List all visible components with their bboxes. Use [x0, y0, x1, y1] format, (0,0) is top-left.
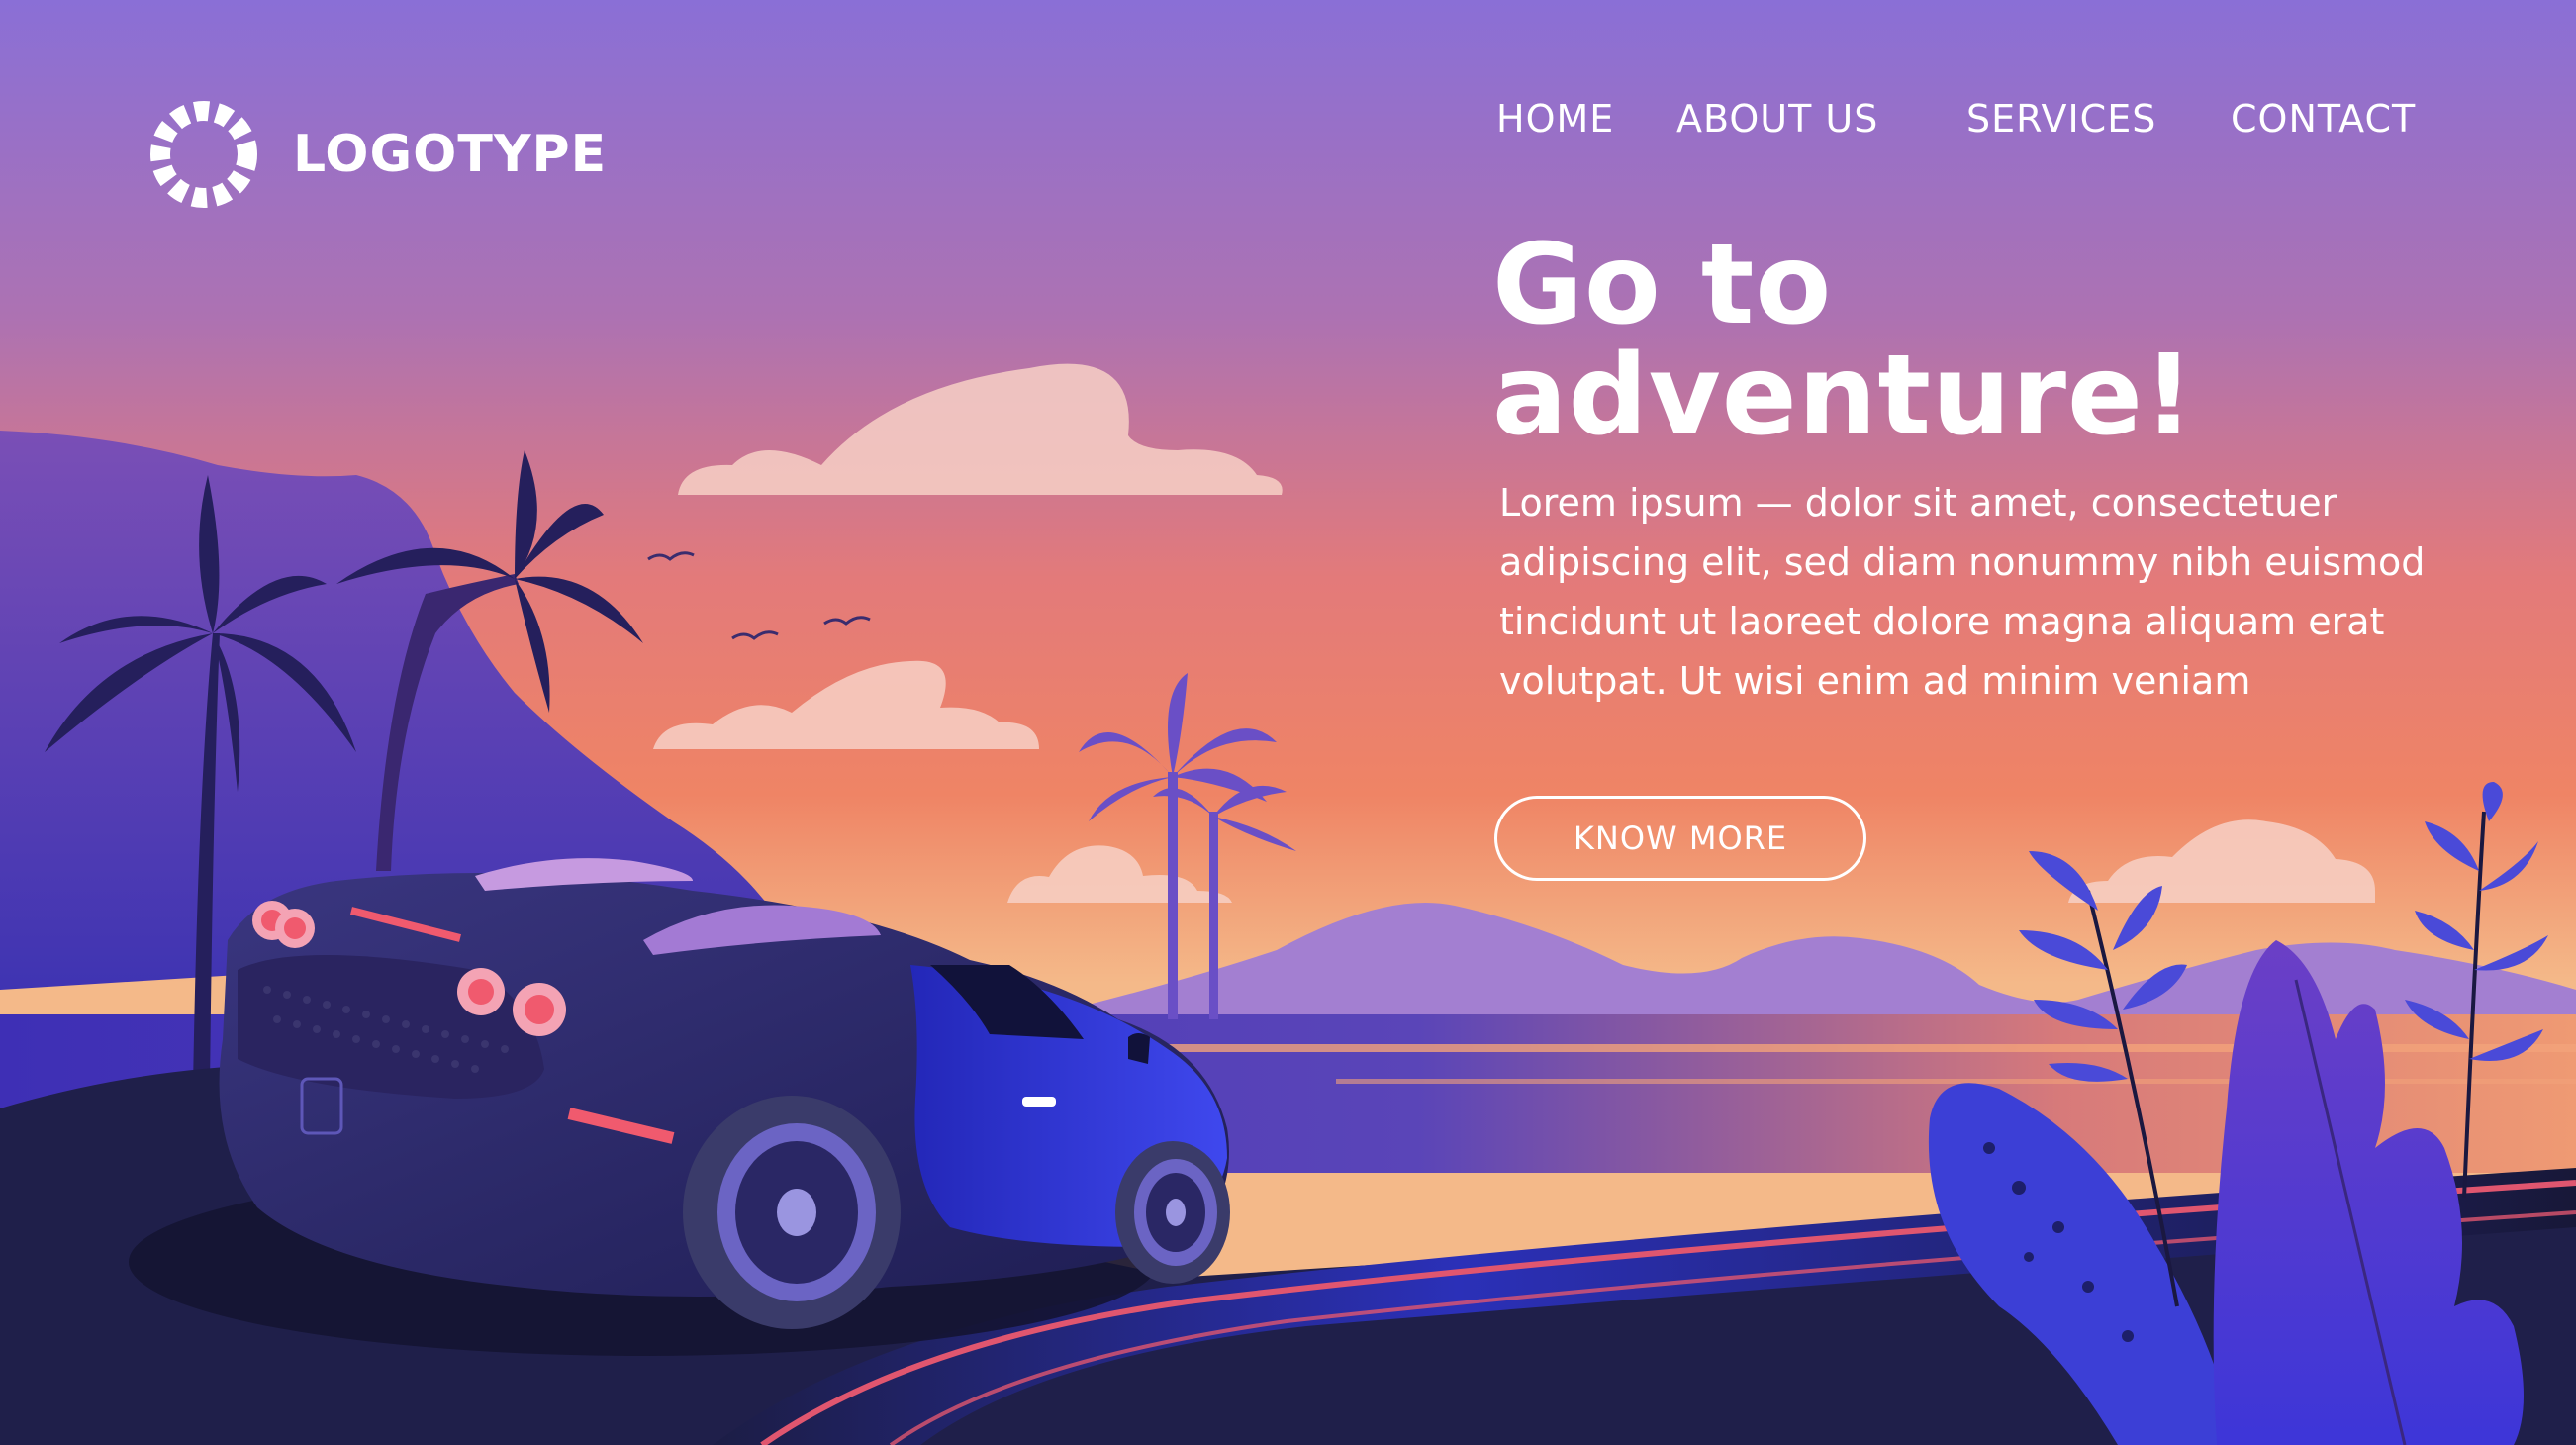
hero-description: Lorem ipsum — dolor sit amet, consectetu…	[1499, 473, 2489, 711]
landing-page: LOGOTYPE HOME ABOUT US SERVICES CONTACT …	[0, 0, 2576, 1445]
hero-description-line: volutpat. Ut wisi enim ad minim veniam	[1499, 659, 2251, 703]
nav-item-contact[interactable]: CONTACT	[2231, 97, 2416, 141]
hero-description-line: adipiscing elit, sed diam nonummy nibh e…	[1499, 540, 2426, 584]
hero-description-line: Lorem ipsum — dolor sit amet, consectetu…	[1499, 481, 2337, 525]
main-nav: HOME ABOUT US SERVICES CONTACT	[1484, 97, 2434, 152]
rear-wheel	[683, 1096, 901, 1329]
brand-logo[interactable]: LOGOTYPE	[148, 99, 607, 210]
hero-title-line-2: adventure!	[1492, 332, 2195, 460]
front-wheel	[1115, 1141, 1230, 1284]
nav-item-services[interactable]: SERVICES	[1966, 97, 2156, 141]
hero-title-line-1: Go to	[1492, 221, 1833, 349]
nav-item-home[interactable]: HOME	[1496, 97, 1614, 141]
hero-illustration	[0, 0, 2576, 1445]
logo-text: LOGOTYPE	[293, 125, 608, 184]
know-more-button[interactable]: KNOW MORE	[1494, 796, 1866, 881]
dashed-ring-logo-icon	[150, 101, 257, 208]
hero-title: Go to adventure!	[1492, 230, 2383, 451]
hero-description-line: tincidunt ut laoreet dolore magna aliqua…	[1499, 600, 2385, 643]
nav-item-about-us[interactable]: ABOUT US	[1676, 97, 1878, 141]
